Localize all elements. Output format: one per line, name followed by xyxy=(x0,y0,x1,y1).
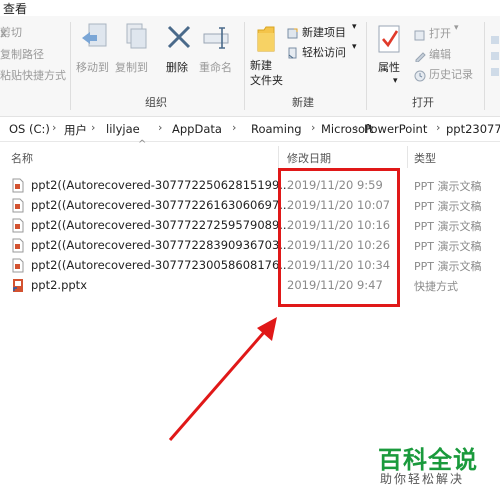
annotation-arrow-icon xyxy=(168,317,277,441)
watermark-tagline: 助你轻松解决 xyxy=(380,472,465,486)
